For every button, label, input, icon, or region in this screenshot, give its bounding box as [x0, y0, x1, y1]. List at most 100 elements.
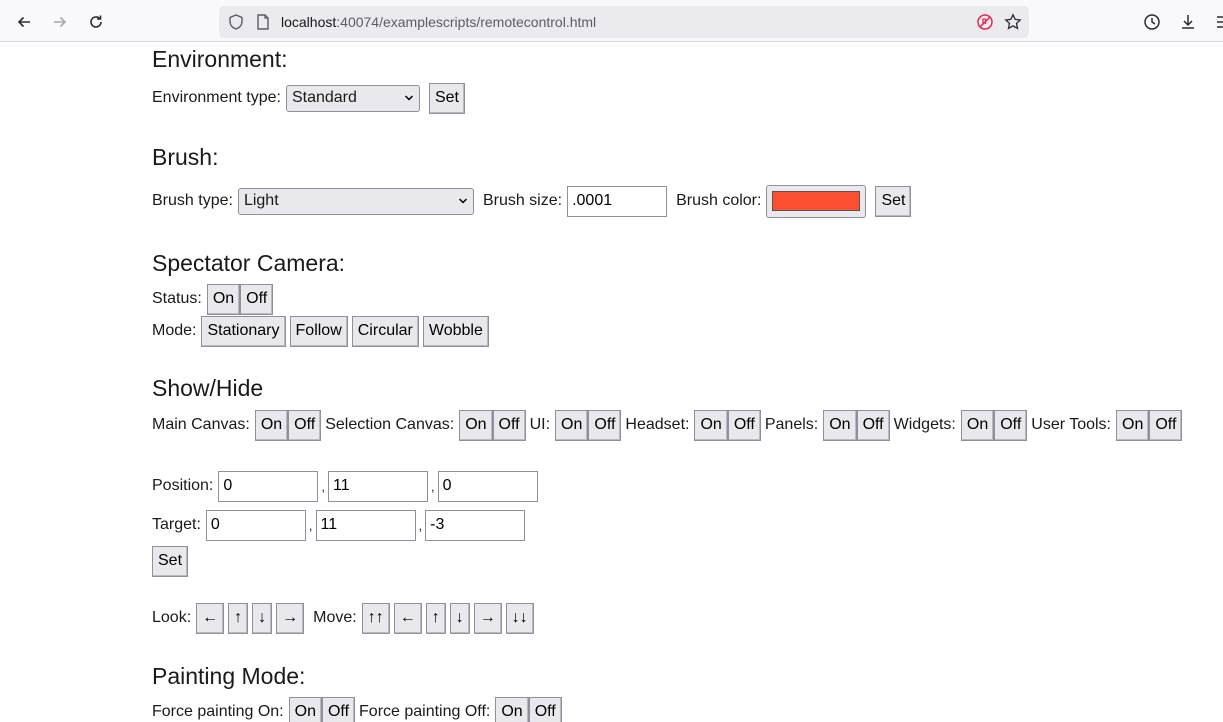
environment-type-select[interactable]: Standard	[285, 84, 420, 112]
look-down-button[interactable]: ↓	[252, 602, 273, 634]
selection-canvas-on-button[interactable]: On	[459, 409, 493, 441]
widgets-on-button[interactable]: On	[960, 409, 995, 441]
address-bar[interactable]: localhost:40074/examplescripts/remotecon…	[219, 6, 1029, 38]
brush-type-select[interactable]: Light	[237, 187, 474, 215]
brush-type-label: Brush type:	[152, 192, 233, 209]
mode-circular-button[interactable]: Circular	[351, 315, 419, 347]
tracking-blocked-icon[interactable]	[976, 13, 994, 31]
environment-type-value: Standard	[291, 89, 357, 106]
download-icon[interactable]	[1174, 8, 1202, 36]
brush-size-input[interactable]: .0001	[567, 185, 668, 217]
position-label: Position:	[152, 477, 214, 494]
target-row: Target: 0 , 11 , -3	[152, 509, 526, 541]
spectator-status-row: Status: On Off	[152, 283, 274, 315]
mode-wobble-button[interactable]: Wobble	[422, 315, 489, 347]
look-up-button[interactable]: ↑	[228, 602, 249, 634]
brush-heading: Brush:	[152, 144, 219, 170]
look-move-row: Look: ← ↑ ↓ → Move: ↑↑ ← ↑ ↓ → ↓↓	[152, 602, 534, 634]
target-y-input[interactable]: 11	[315, 509, 416, 541]
headset-label: Headset:	[625, 416, 690, 433]
environment-heading: Environment:	[152, 46, 288, 72]
browser-toolbar: localhost:40074/examplescripts/remotecon…	[0, 0, 1223, 42]
forward-arrow-icon[interactable]	[46, 8, 74, 36]
url-path: :40074/examplescripts/remotecontrol.html	[336, 14, 597, 30]
showhide-heading: Show/Hide	[152, 375, 264, 401]
target-z-input[interactable]: -3	[425, 509, 526, 541]
transform-set-row: Set	[152, 545, 189, 577]
chevron-down-icon	[404, 94, 413, 101]
spectator-status-label: Status:	[152, 290, 202, 307]
main-canvas-off-button[interactable]: Off	[288, 409, 322, 441]
look-label: Look:	[152, 609, 192, 626]
selection-canvas-label: Selection Canvas:	[325, 416, 455, 433]
brush-row: Brush type: Light Brush size: .0001 Brus…	[152, 184, 912, 218]
force-off-on-button[interactable]: On	[495, 696, 529, 722]
force-painting-off-label: Force painting Off:	[359, 703, 491, 720]
widgets-off-button[interactable]: Off	[994, 409, 1028, 441]
menu-icon[interactable]	[1210, 8, 1223, 36]
main-canvas-on-button[interactable]: On	[254, 409, 289, 441]
move-down-button[interactable]: ↓	[449, 602, 470, 634]
look-left-button[interactable]: ←	[196, 602, 225, 634]
move-left-button[interactable]: ←	[393, 602, 422, 634]
user-tools-on-button[interactable]: On	[1116, 409, 1150, 441]
environment-row: Environment type: Standard Set	[152, 82, 465, 114]
brush-color-swatch	[772, 191, 861, 211]
mode-stationary-button[interactable]: Stationary	[201, 315, 286, 347]
page-icon	[254, 13, 272, 31]
chevron-down-icon	[458, 197, 467, 204]
target-x-input[interactable]: 0	[205, 509, 306, 541]
main-canvas-label: Main Canvas:	[152, 416, 250, 433]
move-label: Move:	[313, 609, 357, 626]
position-y-input[interactable]: 11	[328, 470, 428, 502]
move-backward-button[interactable]: ↓↓	[505, 602, 534, 634]
panels-on-button[interactable]: On	[823, 409, 857, 441]
brush-set-button[interactable]: Set	[875, 185, 912, 217]
back-arrow-icon[interactable]	[10, 8, 38, 36]
brush-size-label: Brush size:	[482, 192, 563, 209]
force-on-on-button[interactable]: On	[288, 696, 322, 722]
painting-row: Force painting On: On Off Force painting…	[152, 696, 562, 722]
spectator-mode-row: Mode: Stationary Follow Circular Wobble	[152, 315, 489, 347]
history-clock-icon[interactable]	[1138, 8, 1166, 36]
comma-separator: ,	[418, 517, 423, 533]
brush-type-value: Light	[243, 192, 279, 209]
panels-off-button[interactable]: Off	[856, 409, 890, 441]
spectator-on-button[interactable]: On	[206, 283, 241, 315]
brush-color-label: Brush color:	[676, 192, 762, 209]
showhide-row: Main Canvas: On Off Selection Canvas: On…	[152, 409, 1183, 441]
selection-canvas-off-button[interactable]: Off	[492, 409, 526, 441]
panels-label: Panels:	[764, 416, 819, 433]
page-content: Environment: Environment type: Standard …	[0, 42, 1223, 722]
position-row: Position: 0 , 11 , 0	[152, 470, 538, 502]
user-tools-off-button[interactable]: Off	[1149, 409, 1183, 441]
widgets-label: Widgets:	[893, 416, 956, 433]
shield-icon[interactable]	[227, 13, 245, 31]
position-z-input[interactable]: 0	[437, 470, 538, 502]
move-forward-button[interactable]: ↑↑	[361, 602, 390, 634]
brush-color-picker[interactable]	[766, 184, 867, 218]
comma-separator: ,	[431, 478, 435, 494]
bookmark-star-icon[interactable]	[1004, 13, 1022, 31]
headset-off-button[interactable]: Off	[727, 409, 761, 441]
force-on-off-button[interactable]: Off	[321, 696, 356, 722]
reload-icon[interactable]	[82, 8, 110, 36]
move-up-button[interactable]: ↑	[425, 602, 446, 634]
ui-off-button[interactable]: Off	[588, 409, 622, 441]
environment-type-label: Environment type:	[152, 89, 281, 106]
look-right-button[interactable]: →	[276, 602, 305, 634]
environment-set-button[interactable]: Set	[428, 82, 465, 114]
transform-set-button[interactable]: Set	[152, 545, 189, 577]
headset-on-button[interactable]: On	[694, 409, 728, 441]
position-x-input[interactable]: 0	[218, 470, 319, 502]
url-host: localhost	[281, 14, 337, 30]
ui-on-button[interactable]: On	[555, 409, 589, 441]
spectator-mode-label: Mode:	[152, 322, 197, 339]
move-right-button[interactable]: →	[473, 602, 502, 634]
url-text: localhost:40074/examplescripts/remotecon…	[281, 14, 596, 30]
spectator-off-button[interactable]: Off	[240, 283, 274, 315]
mode-follow-button[interactable]: Follow	[289, 315, 348, 347]
target-label: Target:	[152, 516, 201, 533]
force-off-off-button[interactable]: Off	[528, 696, 562, 722]
ui-label: UI:	[529, 416, 551, 433]
